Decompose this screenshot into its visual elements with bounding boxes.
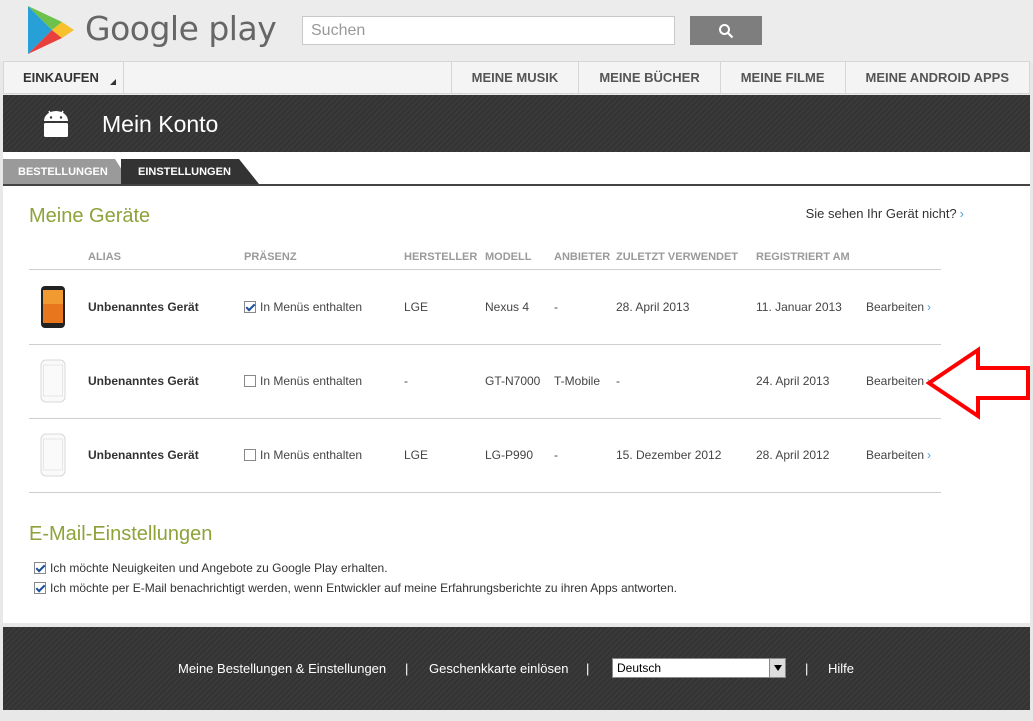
device-last-used: 15. Dezember 2012: [616, 448, 722, 462]
language-select[interactable]: Deutsch: [612, 658, 786, 678]
generic-phone-icon: [40, 359, 66, 403]
presence-label: In Menüs enthalten: [260, 374, 363, 388]
nav-shop-menu[interactable]: EINKAUFEN: [4, 62, 124, 93]
edit-device-link[interactable]: Bearbeiten ›: [866, 374, 931, 388]
col-last-used: ZULETZT VERWENDET: [616, 251, 739, 263]
page-footer: Meine Bestellungen & Einstellungen | Ges…: [3, 627, 1030, 710]
account-tabs: BESTELLUNGEN EINSTELLUNGEN: [3, 152, 1030, 186]
device-carrier: -: [554, 300, 558, 314]
col-model: MODELL: [485, 251, 532, 263]
tab-orders[interactable]: BESTELLUNGEN: [3, 159, 131, 184]
language-selected-value: Deutsch: [617, 661, 662, 675]
table-row: Unbenanntes Gerät In Menüs enthalten - G…: [29, 345, 941, 419]
device-carrier: -: [554, 448, 558, 462]
nav-my-android-apps[interactable]: MEINE ANDROID APPS: [844, 62, 1030, 93]
page-title: Mein Konto: [102, 111, 219, 137]
device-last-used: -: [616, 374, 620, 388]
device-manufacturer: LGE: [404, 448, 429, 462]
edit-label: Bearbeiten: [866, 300, 925, 314]
chevron-right-icon: ›: [927, 300, 932, 314]
email-option-developer-replies[interactable]: Ich möchte per E-Mail benachrichtigt wer…: [34, 581, 677, 595]
chevron-down-icon[interactable]: [769, 659, 785, 677]
main-nav: EINKAUFEN MEINE MUSIK MEINE BÜCHER MEINE…: [3, 61, 1030, 94]
presence-toggle[interactable]: In Menüs enthalten: [244, 300, 362, 314]
tab-settings[interactable]: EINSTELLUNGEN: [121, 159, 259, 184]
red-arrow-annotation: [926, 346, 1030, 420]
checkbox-checked-icon[interactable]: [34, 562, 46, 574]
dropdown-corner-icon: [110, 79, 116, 85]
settings-panel: Meine Geräte Sie sehen Ihr Gerät nicht? ›…: [3, 186, 1030, 623]
account-banner: Mein Konto: [3, 95, 1030, 152]
search-button[interactable]: [690, 16, 762, 45]
nexus-phone-icon: [41, 286, 65, 328]
devices-heading: Meine Geräte: [29, 205, 151, 227]
generic-phone-icon: [40, 433, 66, 477]
col-carrier: ANBIETER: [554, 251, 611, 263]
presence-toggle[interactable]: In Menüs enthalten: [244, 448, 362, 462]
device-last-used: 28. April 2013: [616, 300, 690, 314]
device-alias: Unbenanntes Gerät: [88, 300, 199, 314]
footer-redeem-giftcard-link[interactable]: Geschenkkarte einlösen: [429, 661, 568, 676]
nav-my-movies[interactable]: MEINE FILME: [719, 62, 845, 93]
nav-my-books[interactable]: MEINE BÜCHER: [578, 62, 719, 93]
email-option-label: Ich möchte Neuigkeiten und Angebote zu G…: [50, 561, 388, 575]
footer-separator: |: [805, 661, 809, 676]
device-model: GT-N7000: [485, 374, 541, 388]
presence-label: In Menüs enthalten: [260, 448, 363, 462]
footer-orders-settings-link[interactable]: Meine Bestellungen & Einstellungen: [178, 661, 386, 676]
device-model: LG-P990: [485, 448, 534, 462]
col-alias: ALIAS: [88, 251, 121, 263]
checkbox-unchecked-icon[interactable]: [244, 375, 256, 387]
device-manufacturer: LGE: [404, 300, 429, 314]
device-manufacturer: -: [404, 374, 408, 388]
footer-help-link[interactable]: Hilfe: [828, 661, 854, 676]
device-not-listed-link[interactable]: Sie sehen Ihr Gerät nicht? ›: [806, 206, 964, 221]
edit-device-link[interactable]: Bearbeiten ›: [866, 448, 931, 462]
checkbox-checked-icon[interactable]: [244, 301, 256, 313]
search-icon: [719, 23, 734, 38]
play-store-icon: [28, 6, 74, 54]
nav-shop-label: EINKAUFEN: [23, 70, 99, 85]
edit-label: Bearbeiten: [866, 374, 925, 388]
edit-device-link[interactable]: Bearbeiten ›: [866, 300, 931, 314]
chevron-right-icon: ›: [959, 206, 964, 221]
presence-toggle[interactable]: In Menüs enthalten: [244, 374, 362, 388]
email-option-label: Ich möchte per E-Mail benachrichtigt wer…: [50, 581, 677, 595]
device-alias: Unbenanntes Gerät: [88, 374, 199, 388]
nav-my-music[interactable]: MEINE MUSIK: [450, 62, 579, 93]
device-model: Nexus 4: [485, 300, 530, 314]
logo-wordmark: Google play: [85, 9, 277, 48]
checkbox-checked-icon[interactable]: [34, 582, 46, 594]
device-help-label: Sie sehen Ihr Gerät nicht?: [805, 206, 957, 221]
table-row: Unbenanntes Gerät In Menüs enthalten LGE…: [29, 271, 941, 345]
col-registered: REGISTRIERT AM: [756, 251, 850, 263]
top-header: Google play: [0, 0, 1033, 62]
devices-table-header: ALIAS PRÄSENZ HERSTELLER MODELL ANBIETER…: [29, 246, 941, 270]
android-icon: [44, 110, 68, 137]
device-alias: Unbenanntes Gerät: [88, 448, 199, 462]
email-settings-heading: E-Mail-Einstellungen: [29, 523, 213, 545]
col-presence: PRÄSENZ: [244, 251, 297, 263]
device-carrier: T-Mobile: [554, 374, 601, 388]
search-input[interactable]: [302, 16, 675, 45]
device-registered: 28. April 2012: [756, 448, 830, 462]
chevron-right-icon: ›: [927, 448, 932, 462]
device-registered: 24. April 2013: [756, 374, 830, 388]
footer-separator: |: [586, 661, 590, 676]
google-play-logo[interactable]: Google play: [26, 4, 277, 54]
presence-label: In Menüs enthalten: [260, 300, 363, 314]
email-option-news[interactable]: Ich möchte Neuigkeiten und Angebote zu G…: [34, 561, 388, 575]
col-manufacturer: HERSTELLER: [404, 251, 478, 263]
table-row: Unbenanntes Gerät In Menüs enthalten LGE…: [29, 419, 941, 493]
checkbox-unchecked-icon[interactable]: [244, 449, 256, 461]
device-registered: 11. Januar 2013: [756, 300, 842, 314]
footer-separator: |: [405, 661, 409, 676]
edit-label: Bearbeiten: [866, 448, 925, 462]
